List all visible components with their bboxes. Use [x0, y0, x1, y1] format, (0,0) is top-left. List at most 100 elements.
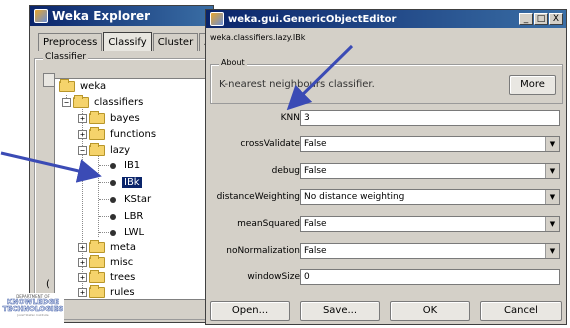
select-value: False: [304, 139, 327, 149]
tree-label: KStar: [124, 194, 152, 205]
class-name-label: weka.classifiers.lazy.IBk: [210, 33, 306, 42]
tab-cluster[interactable]: Cluster: [152, 33, 199, 51]
tree-node-misc[interactable]: + misc: [78, 255, 135, 268]
expand-plus-icon[interactable]: +: [78, 130, 87, 139]
param-row-debug: debug False ▼: [206, 163, 568, 181]
maximize-button[interactable]: □: [534, 13, 548, 25]
knn-input[interactable]: 3: [300, 110, 560, 126]
tree-node-trees[interactable]: + trees: [78, 270, 137, 283]
knowledge-technologies-logo: DEPARTMENT OF KNOWLEDGE TECHNOLOGIES Joz…: [2, 293, 64, 325]
windowsize-input[interactable]: 0: [300, 269, 560, 285]
expand-plus-icon[interactable]: +: [78, 258, 87, 267]
tree-connector: [99, 182, 109, 183]
save-button[interactable]: Save...: [300, 301, 380, 321]
dropdown-arrow-icon[interactable]: ▼: [545, 137, 559, 151]
nonormalization-select[interactable]: False ▼: [300, 243, 560, 259]
close-button[interactable]: X: [549, 13, 563, 25]
param-label: noNormalization: [226, 246, 300, 256]
editor-button-bar: Open... Save... OK Cancel: [206, 299, 568, 323]
param-label: debug: [271, 166, 300, 176]
tree-label: IB1: [124, 160, 141, 171]
ok-button[interactable]: OK: [390, 301, 470, 321]
tree-label: functions: [110, 129, 157, 140]
tree-node-lwl[interactable]: LWL: [110, 227, 146, 238]
more-button[interactable]: More: [509, 75, 556, 95]
tree-label: misc: [110, 257, 134, 268]
crossvalidate-select[interactable]: False ▼: [300, 136, 560, 152]
folder-icon: [59, 79, 75, 92]
editor-titlebar[interactable]: weka.gui.GenericObjectEditor: [206, 10, 566, 28]
expand-plus-icon[interactable]: +: [78, 288, 87, 297]
classifier-tree[interactable]: weka − classifiers + bayes + functions −…: [54, 78, 214, 300]
leaf-node-icon: [110, 213, 116, 220]
tree-label: bayes: [110, 113, 140, 124]
weka-explorer-window: Weka Explorer Preprocess Classify Cluste…: [29, 5, 217, 323]
debug-select[interactable]: False ▼: [300, 163, 560, 179]
tree-node-lazy[interactable]: − lazy: [78, 143, 132, 156]
about-description: K-nearest neighbours classifier.: [219, 79, 375, 90]
folder-icon: [73, 95, 89, 108]
param-row-knn: KNN 3: [206, 110, 568, 128]
folder-icon: [89, 270, 105, 283]
open-button[interactable]: Open...: [210, 301, 290, 321]
tree-connector: [98, 155, 99, 237]
distanceweighting-select[interactable]: No distance weighting ▼: [300, 189, 560, 205]
tree-node-kstar[interactable]: KStar: [110, 194, 153, 205]
tree-connector: [99, 232, 109, 233]
tree-connector: [99, 216, 109, 217]
explorer-titlebar[interactable]: Weka Explorer: [30, 6, 213, 26]
tree-label: lazy: [110, 145, 131, 156]
tab-preprocess[interactable]: Preprocess: [38, 33, 103, 51]
param-label: crossValidate: [240, 139, 300, 149]
dropdown-arrow-icon[interactable]: ▼: [545, 190, 559, 204]
select-value: False: [304, 166, 327, 176]
expand-plus-icon[interactable]: +: [78, 273, 87, 282]
param-label: meanSquared: [237, 219, 300, 229]
tree-label: trees: [110, 272, 136, 283]
minimize-button[interactable]: _: [519, 13, 533, 25]
select-value: False: [304, 219, 327, 229]
param-label: windowSize: [247, 272, 300, 282]
expand-plus-icon[interactable]: +: [78, 114, 87, 123]
folder-icon: [89, 285, 105, 298]
folder-icon: [89, 111, 105, 124]
tree-label: weka: [80, 81, 107, 92]
tree-node-meta[interactable]: + meta: [78, 240, 138, 253]
folder-icon: [89, 240, 105, 253]
collapse-minus-icon[interactable]: −: [62, 98, 71, 107]
logo-line: TECHNOLOGIES: [2, 305, 64, 313]
tree-label: IBk: [122, 177, 142, 188]
tree-label: meta: [110, 242, 136, 253]
explorer-tabs: Preprocess Classify Cluster A: [38, 32, 217, 51]
leaf-node-icon: [110, 229, 116, 236]
explorer-title: Weka Explorer: [52, 9, 151, 23]
tree-node-functions[interactable]: + functions: [78, 127, 158, 140]
left-edge-fragment: (: [46, 279, 50, 290]
tab-classify[interactable]: Classify: [103, 32, 152, 51]
generic-object-editor-window: weka.gui.GenericObjectEditor _ □ X weka.…: [205, 9, 567, 325]
weka-app-icon: [34, 9, 48, 23]
tree-node-rules[interactable]: + rules: [78, 285, 137, 298]
tree-node-classifiers[interactable]: − classifiers: [62, 95, 145, 108]
folder-icon: [89, 255, 105, 268]
tree-connector: [99, 199, 109, 200]
dropdown-arrow-icon[interactable]: ▼: [545, 217, 559, 231]
param-row-crossvalidate: crossValidate False ▼: [206, 136, 568, 154]
tree-node-ibk[interactable]: IBk: [110, 177, 142, 188]
dropdown-arrow-icon[interactable]: ▼: [545, 244, 559, 258]
expand-plus-icon[interactable]: +: [78, 243, 87, 252]
tree-connector: [99, 165, 109, 166]
tree-node-lbr[interactable]: LBR: [110, 211, 145, 222]
tree-node-bayes[interactable]: + bayes: [78, 111, 142, 124]
meansquared-select[interactable]: False ▼: [300, 216, 560, 232]
param-row-distanceweighting: distanceWeighting No distance weighting …: [206, 189, 568, 207]
leaf-node-icon: [110, 162, 116, 169]
tree-node-weka[interactable]: weka: [59, 79, 108, 92]
cancel-button[interactable]: Cancel: [480, 301, 562, 321]
tree-label: LWL: [124, 227, 145, 238]
tree-label: classifiers: [94, 97, 144, 108]
param-row-meansquared: meanSquared False ▼: [206, 216, 568, 234]
tree-node-ib1[interactable]: IB1: [110, 160, 142, 171]
collapse-minus-icon[interactable]: −: [78, 146, 87, 155]
dropdown-arrow-icon[interactable]: ▼: [545, 164, 559, 178]
